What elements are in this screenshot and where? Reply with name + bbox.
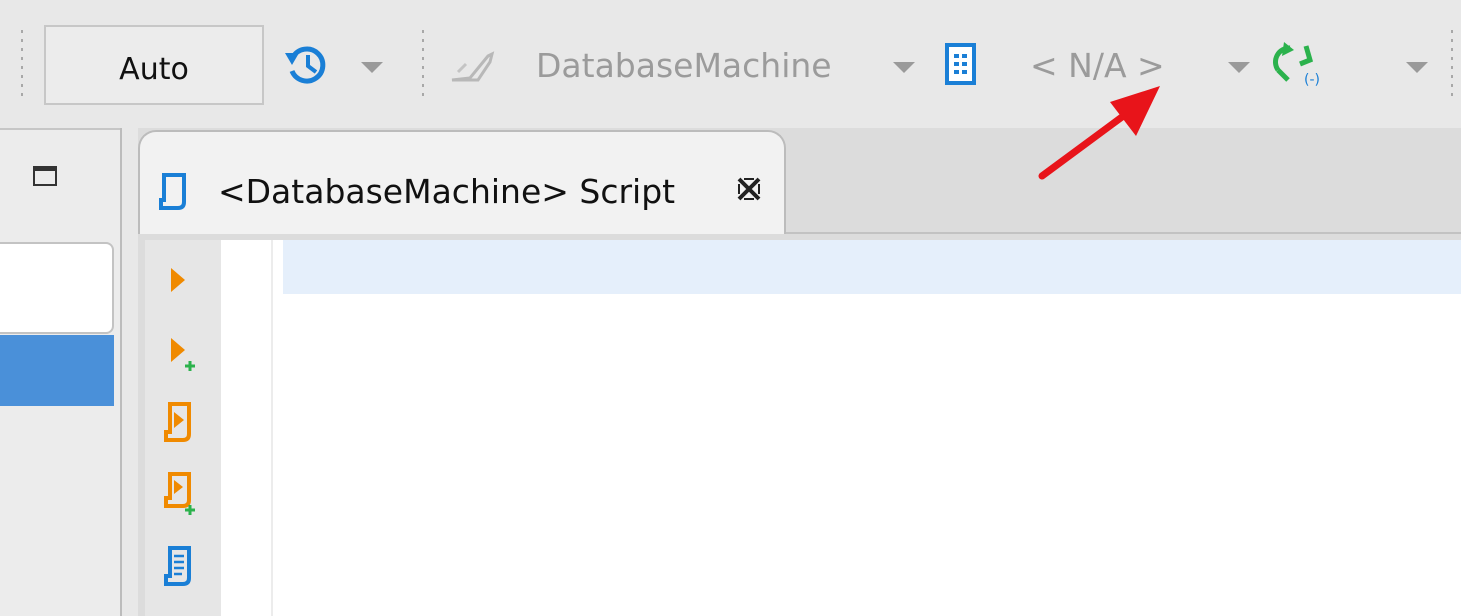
toolbar-grip[interactable]	[422, 30, 424, 102]
annotation-arrow-icon	[1038, 86, 1160, 180]
transaction-mode-icon[interactable]: (-)	[1270, 40, 1326, 88]
tab-strip-border	[786, 232, 1461, 234]
execute-in-new-tab-icon[interactable]	[163, 334, 197, 374]
toolbar-grip[interactable]	[21, 30, 23, 102]
sql-editor-textarea[interactable]	[273, 240, 1461, 616]
schema-icon[interactable]	[944, 42, 978, 86]
schema-dropdown-arrow[interactable]	[1228, 62, 1250, 73]
sql-script-icon	[159, 173, 186, 210]
history-dropdown-arrow[interactable]	[361, 62, 383, 73]
commit-mode-button[interactable]: Auto	[44, 25, 264, 105]
tab-sql-script[interactable]: <DatabaseMachine> Script	[138, 130, 786, 234]
execute-script-new-tab-icon[interactable]	[163, 470, 197, 516]
execute-script-icon[interactable]	[163, 400, 197, 444]
navigator-filter-input[interactable]	[0, 242, 114, 334]
close-icon[interactable]	[736, 176, 762, 202]
history-icon[interactable]	[284, 43, 330, 87]
explain-plan-icon[interactable]	[163, 544, 197, 588]
tab-title: <DatabaseMachine> Script	[218, 172, 676, 211]
restore-icon[interactable]	[33, 166, 57, 186]
line-number-ruler	[221, 240, 273, 616]
current-line-highlight	[283, 240, 1461, 294]
editor-side-toolbar	[145, 240, 221, 616]
execute-statement-icon[interactable]	[163, 262, 197, 302]
connection-dropdown-arrow[interactable]	[893, 62, 915, 73]
main-toolbar: Auto DatabaseMachine < N/A > (-)	[0, 0, 1461, 118]
commit-mode-label: Auto	[119, 51, 189, 87]
toolbar-grip[interactable]	[1451, 30, 1453, 102]
navigator-selected-item[interactable]	[0, 335, 114, 406]
transaction-dropdown-arrow[interactable]	[1406, 62, 1428, 73]
svg-text:(-): (-)	[1304, 72, 1320, 88]
database-connection-icon[interactable]	[450, 50, 496, 84]
panel-border	[0, 128, 120, 130]
connection-selector[interactable]: DatabaseMachine	[536, 46, 832, 85]
